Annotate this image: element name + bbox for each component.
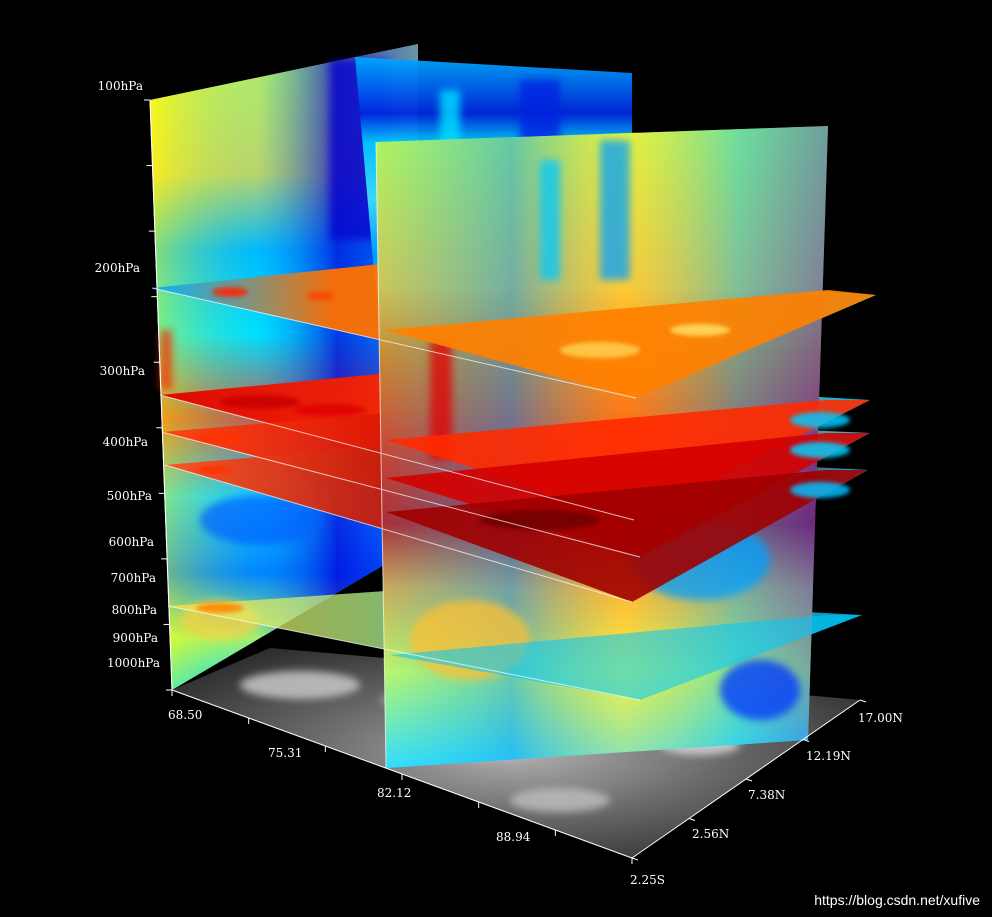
pressure-label-700: 700hPa (111, 571, 156, 585)
longitude-label-1: 75.31 (268, 746, 302, 760)
latitude-tick-0 (631, 857, 639, 861)
latitude-tick-1 (688, 818, 696, 821)
pressure-label-900: 900hPa (113, 631, 158, 645)
pressure-label-400: 400hPa (103, 435, 148, 449)
pressure-label-300: 300hPa (100, 364, 145, 378)
pressure-axis-labels: 100hPa 200hPa 300hPa 400hPa 500hPa 600hP… (95, 79, 160, 670)
longitude-label-2: 82.12 (377, 786, 411, 800)
pressure-label-800: 800hPa (112, 603, 157, 617)
pressure-label-500: 500hPa (107, 489, 152, 503)
watermark-text: https://blog.csdn.net/xufive (814, 892, 980, 908)
pressure-label-200: 200hPa (95, 261, 140, 275)
visualization-stage: 100hPa 200hPa 300hPa 400hPa 500hPa 600hP… (0, 0, 992, 917)
longitude-label-3: 88.94 (496, 830, 531, 844)
latitude-label-0: 2.25S (630, 873, 665, 887)
latitude-tick-2 (745, 778, 753, 782)
latitude-label-4: 17.00N (858, 711, 903, 725)
latitude-tick-4 (859, 699, 867, 703)
latitude-label-2: 7.38N (748, 788, 785, 802)
pressure-label-600: 600hPa (109, 535, 154, 549)
pressure-label-100: 100hPa (98, 79, 143, 93)
latitude-label-3: 12.19N (806, 749, 851, 763)
pressure-label-1000: 1000hPa (107, 656, 160, 670)
latitude-label-1: 2.56N (692, 827, 729, 841)
volume-slice-figure: 100hPa 200hPa 300hPa 400hPa 500hPa 600hP… (95, 44, 980, 908)
longitude-label-0: 68.50 (168, 708, 202, 722)
